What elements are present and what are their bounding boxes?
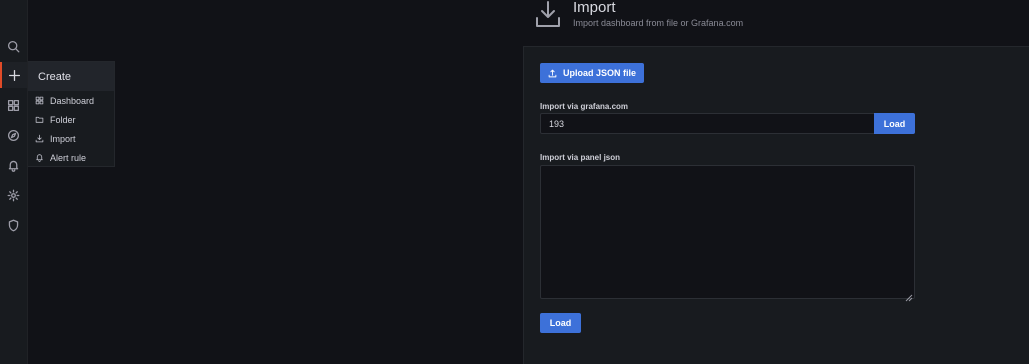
page-title: Import [573,0,616,16]
create-menu: Create Dashboard Folder Import Alert rul… [28,61,115,167]
search-icon[interactable] [0,33,27,59]
upload-json-button[interactable]: Upload JSON file [540,63,644,83]
apps-icon [35,96,44,105]
bell-icon[interactable] [0,152,27,178]
create-menu-header[interactable]: Create [28,62,114,91]
cog-icon[interactable] [0,182,27,208]
shield-icon[interactable] [0,212,27,238]
import-icon [535,0,561,28]
create-menu-item-folder[interactable]: Folder [28,110,114,129]
page-header: Import Import dashboard from file or Gra… [523,0,1029,46]
page-subtitle: Import dashboard from file or Grafana.co… [573,18,744,28]
plus-icon[interactable] [0,62,27,88]
create-menu-item-label: Folder [50,114,76,125]
create-menu-item-dashboard[interactable]: Dashboard [28,91,114,110]
create-menu-item-label: Alert rule [50,152,87,163]
create-menu-item-label: Dashboard [50,95,95,106]
grafana-id-input[interactable] [540,113,875,134]
side-menu [0,0,28,364]
apps-icon[interactable] [0,92,27,118]
import-icon [35,134,44,143]
folder-icon [35,116,44,123]
bell-icon [36,154,43,162]
grafana-load-button[interactable]: Load [874,113,915,134]
grafana-import-label: Import via grafana.com [540,102,629,111]
compass-icon[interactable] [0,122,27,148]
load-button[interactable]: Load [540,313,581,333]
create-menu-item-import[interactable]: Import [28,129,114,148]
panel-json-label: Import via panel json [540,153,621,162]
create-menu-item-alert-rule[interactable]: Alert rule [28,148,114,167]
import-panel: Upload JSON file Import via grafana.com … [523,46,1029,364]
upload-icon [548,69,557,77]
create-menu-item-label: Import [50,133,76,144]
upload-json-label: Upload JSON file [562,68,636,78]
resize-grip-icon[interactable] [905,289,913,302]
panel-json-textarea[interactable] [540,165,915,299]
